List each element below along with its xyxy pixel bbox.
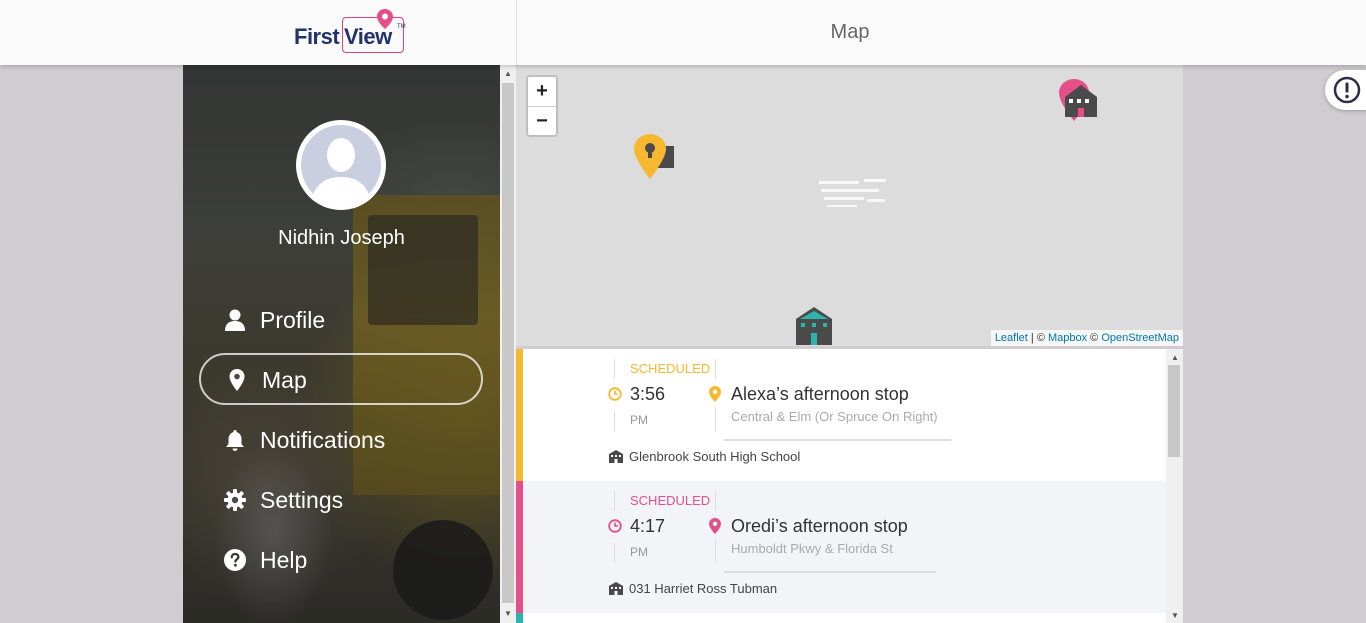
school-marker-icon[interactable] — [1057, 77, 1105, 127]
clock-icon — [608, 519, 622, 533]
gear-icon — [224, 489, 246, 511]
stop-time-period: PM — [630, 545, 648, 559]
divider — [724, 439, 951, 441]
scroll-up-arrow-icon[interactable]: ▲ — [504, 69, 512, 78]
faded-map-label — [819, 179, 886, 207]
sidebar-item-label: Map — [262, 367, 307, 393]
map-view[interactable]: + − Leaflet | © Mapbox © OpenStreetMap — [516, 65, 1183, 346]
stop-time-period: PM — [630, 413, 648, 427]
user-name: Nidhin Joseph — [278, 227, 405, 249]
zoom-control: + − — [526, 75, 558, 137]
stop-time: 4:17 — [630, 516, 666, 536]
stop-school: Glenbrook South High School — [629, 449, 801, 464]
sidebar-item-label: Settings — [260, 487, 344, 513]
stop-list-scrollbar[interactable]: ▲ ▼ — [1166, 349, 1183, 623]
bell-icon — [226, 430, 244, 451]
sidebar: Nidhin Joseph Profile Map Notifications — [183, 65, 500, 623]
logo-pin-icon — [377, 9, 393, 29]
list-item[interactable] — [516, 613, 1166, 623]
firstview-logo[interactable]: First View TM — [292, 9, 412, 56]
list-item[interactable]: SCHEDULED 4:17 PM Oredi’s afternoon stop… — [516, 481, 1166, 613]
divider — [614, 359, 615, 379]
map-attribution: Leaflet | © Mapbox © OpenStreetMap — [990, 330, 1183, 346]
avatar[interactable] — [296, 120, 386, 210]
stop-address: Central & Elm (Or Spruce On Right) — [731, 409, 938, 424]
stop-color-bar — [516, 481, 523, 613]
status-badge: SCHEDULED — [630, 361, 711, 376]
app-header: First View TM Map — [0, 0, 1366, 65]
school-building-icon — [609, 450, 623, 463]
location-pin-icon — [709, 386, 721, 402]
sidebar-scrollbar-thumb[interactable] — [502, 83, 514, 603]
sidebar-item-settings[interactable]: Settings — [199, 475, 483, 527]
location-pin-icon — [709, 518, 721, 534]
page-title: Map — [830, 21, 870, 43]
sidebar-item-label: Notifications — [260, 427, 386, 453]
default-avatar-icon — [311, 138, 371, 205]
sidebar-item-label: Help — [260, 547, 308, 573]
stop-name: Oredi’s afternoon stop — [731, 516, 908, 536]
attribution-copyright: © — [1087, 332, 1102, 344]
zoom-in-button[interactable]: + — [528, 77, 556, 107]
exclamation-circle-icon — [1333, 76, 1361, 104]
openstreetmap-link[interactable]: OpenStreetMap — [1101, 332, 1179, 344]
scroll-up-arrow-icon[interactable]: ▲ — [1171, 353, 1179, 362]
divider — [614, 491, 615, 511]
school-building-icon — [609, 582, 623, 595]
divider — [715, 491, 716, 511]
sidebar-item-notifications[interactable]: Notifications — [199, 415, 483, 467]
bus-stop-marker-icon[interactable] — [632, 132, 678, 182]
help-circle-icon — [224, 549, 246, 571]
stop-list: SCHEDULED 3:56 PM Alexa’s afternoon stop… — [516, 349, 1166, 623]
list-item[interactable]: SCHEDULED 3:56 PM Alexa’s afternoon stop… — [516, 349, 1166, 481]
map-pin-icon — [229, 369, 245, 391]
divider — [715, 407, 716, 431]
stop-address: Humboldt Pkwy & Florida St — [731, 541, 893, 556]
sidebar-item-map[interactable]: Map — [199, 353, 483, 405]
sidebar-scrollbar[interactable]: ▲ ▼ — [500, 65, 516, 623]
stop-color-bar — [516, 613, 523, 623]
divider — [715, 539, 716, 563]
leaflet-link[interactable]: Leaflet — [995, 332, 1028, 344]
sidebar-item-profile[interactable]: Profile — [199, 295, 483, 347]
scroll-down-arrow-icon[interactable]: ▼ — [504, 609, 512, 618]
clock-icon — [608, 387, 622, 401]
logo-first-text: First — [294, 24, 340, 49]
stop-school: 031 Harriet Ross Tubman — [629, 581, 778, 596]
school-marker-icon[interactable] — [792, 305, 838, 346]
sidebar-item-label: Profile — [260, 307, 326, 333]
sidebar-item-help[interactable]: Help — [199, 535, 483, 587]
zoom-out-button[interactable]: − — [528, 107, 556, 136]
divider — [724, 571, 936, 573]
status-badge: SCHEDULED — [630, 493, 711, 508]
stop-name: Alexa’s afternoon stop — [731, 384, 909, 404]
alert-button[interactable] — [1325, 70, 1366, 110]
stop-list-scrollbar-thumb[interactable] — [1168, 365, 1180, 457]
stop-color-bar — [516, 349, 523, 481]
attribution-separator: | © — [1027, 332, 1048, 344]
divider — [715, 359, 716, 379]
mapbox-link[interactable]: Mapbox — [1048, 332, 1087, 344]
divider — [614, 411, 615, 431]
scroll-down-arrow-icon[interactable]: ▼ — [1171, 611, 1179, 620]
divider — [614, 543, 615, 563]
logo-trademark: TM — [397, 24, 406, 30]
person-icon — [225, 309, 245, 331]
stop-time: 3:56 — [630, 384, 666, 404]
